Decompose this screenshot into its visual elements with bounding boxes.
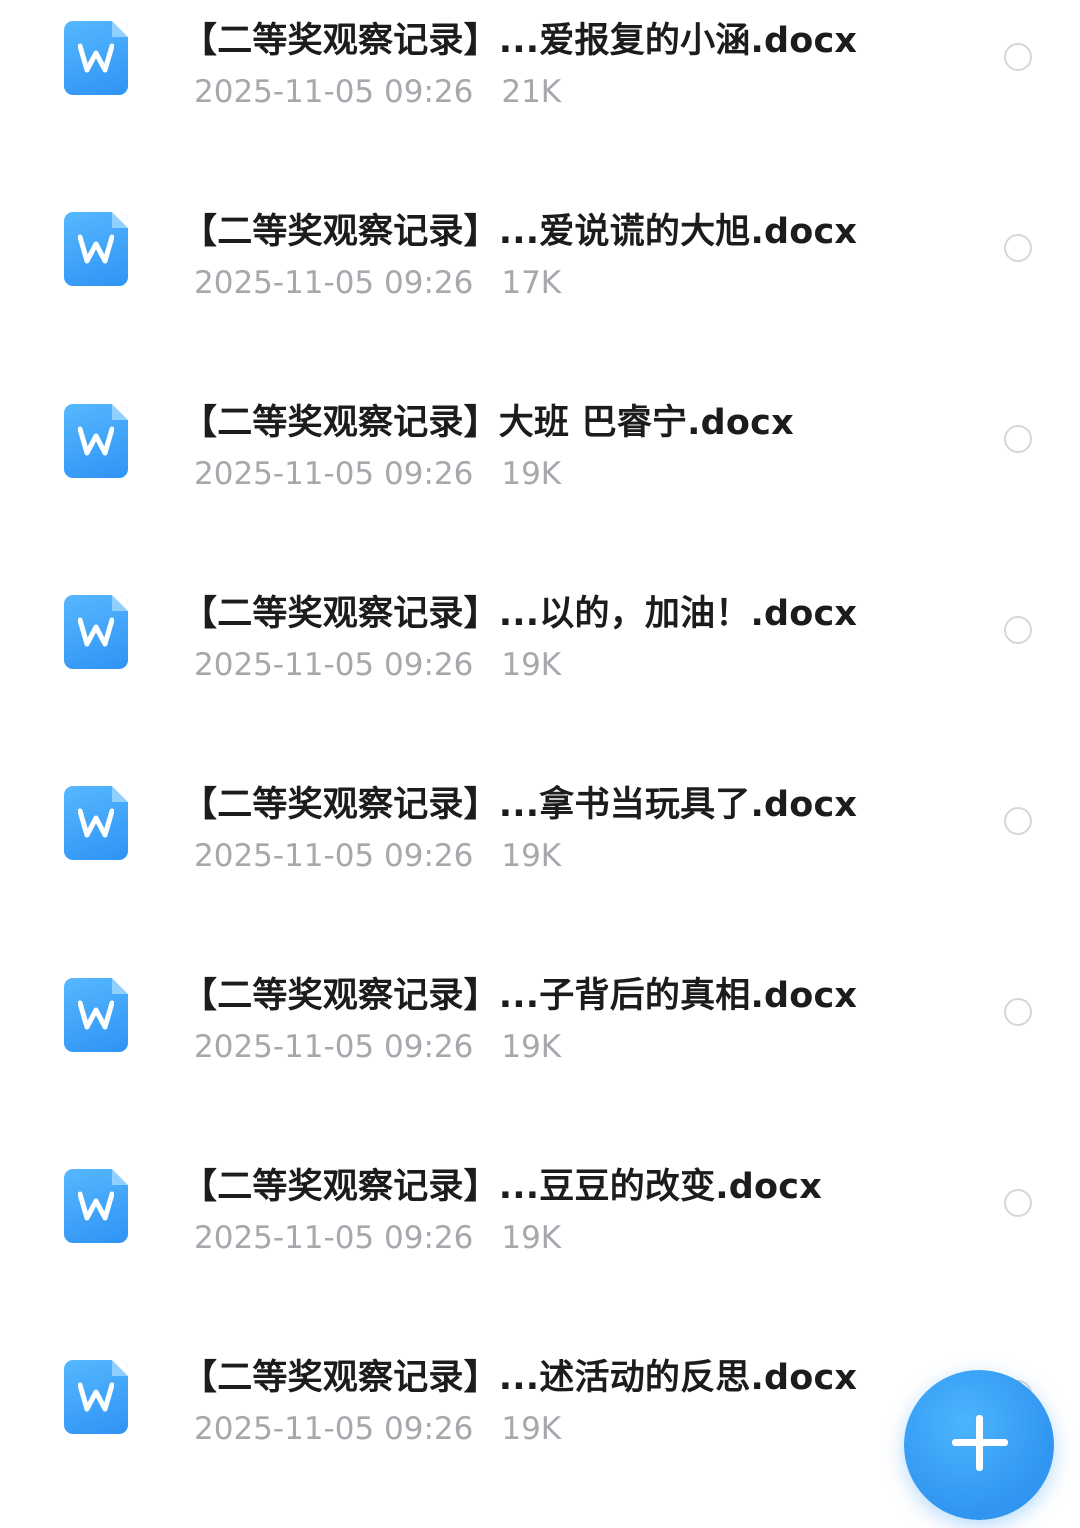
file-name: 【二等奖观察记录】...以的，加油！.docx: [182, 594, 858, 634]
file-date: 2025-11-05 09:26: [194, 1220, 474, 1256]
word-doc-icon: [64, 212, 128, 286]
select-radio[interactable]: [1004, 1189, 1032, 1217]
word-doc-icon: [64, 1169, 128, 1243]
file-name: 【二等奖观察记录】...述活动的反思.docx: [182, 1358, 858, 1398]
file-size: 19K: [501, 1029, 562, 1065]
select-radio[interactable]: [1004, 998, 1032, 1026]
word-doc-icon: [64, 978, 128, 1052]
word-doc-icon: [64, 21, 128, 95]
file-date: 2025-11-05 09:26: [194, 647, 474, 683]
file-meta: 2025-11-05 09:26 19K: [194, 647, 561, 683]
select-radio[interactable]: [1004, 807, 1032, 835]
file-name: 【二等奖观察记录】大班 巴睿宁.docx: [182, 403, 794, 443]
file-date: 2025-11-05 09:26: [194, 265, 474, 301]
select-radio[interactable]: [1004, 43, 1032, 71]
select-radio[interactable]: [1004, 616, 1032, 644]
file-row[interactable]: 【二等奖观察记录】...子背后的真相.docx 2025-11-05 09:26…: [0, 955, 1080, 1146]
file-size: 19K: [501, 456, 562, 492]
file-meta: 2025-11-05 09:26 17K: [194, 265, 561, 301]
add-button[interactable]: [904, 1370, 1054, 1520]
file-meta: 2025-11-05 09:26 19K: [194, 1220, 561, 1256]
plus-icon: [976, 1415, 983, 1471]
select-radio[interactable]: [1004, 234, 1032, 262]
file-date: 2025-11-05 09:26: [194, 838, 474, 874]
file-date: 2025-11-05 09:26: [194, 74, 474, 110]
file-name: 【二等奖观察记录】...拿书当玩具了.docx: [182, 785, 858, 825]
file-size: 17K: [501, 265, 562, 301]
file-row[interactable]: 【二等奖观察记录】...拿书当玩具了.docx 2025-11-05 09:26…: [0, 764, 1080, 955]
file-row[interactable]: 【二等奖观察记录】...以的，加油！.docx 2025-11-05 09:26…: [0, 573, 1080, 764]
file-meta: 2025-11-05 09:26 19K: [194, 1411, 561, 1447]
file-date: 2025-11-05 09:26: [194, 1029, 474, 1065]
file-meta: 2025-11-05 09:26 19K: [194, 838, 561, 874]
file-row[interactable]: 【二等奖观察记录】...豆豆的改变.docx 2025-11-05 09:26 1…: [0, 1146, 1080, 1337]
file-size: 21K: [501, 74, 562, 110]
file-size: 19K: [501, 1411, 562, 1447]
file-row[interactable]: 【二等奖观察记录】...爱报复的小涵.docx 2025-11-05 09:26…: [0, 0, 1080, 191]
file-size: 19K: [501, 647, 562, 683]
file-meta: 2025-11-05 09:26 21K: [194, 74, 561, 110]
select-radio[interactable]: [1004, 425, 1032, 453]
file-meta: 2025-11-05 09:26 19K: [194, 1029, 561, 1065]
file-meta: 2025-11-05 09:26 19K: [194, 456, 561, 492]
word-doc-icon: [64, 404, 128, 478]
file-size: 19K: [501, 1220, 562, 1256]
file-size: 19K: [501, 838, 562, 874]
file-name: 【二等奖观察记录】...豆豆的改变.docx: [182, 1167, 823, 1207]
word-doc-icon: [64, 595, 128, 669]
file-name: 【二等奖观察记录】...爱说谎的大旭.docx: [182, 212, 858, 252]
file-row[interactable]: 【二等奖观察记录】大班 巴睿宁.docx 2025-11-05 09:26 19K: [0, 382, 1080, 573]
file-date: 2025-11-05 09:26: [194, 1411, 474, 1447]
word-doc-icon: [64, 786, 128, 860]
file-name: 【二等奖观察记录】...子背后的真相.docx: [182, 976, 858, 1016]
file-name: 【二等奖观察记录】...爱报复的小涵.docx: [182, 21, 858, 61]
file-date: 2025-11-05 09:26: [194, 456, 474, 492]
file-row[interactable]: 【二等奖观察记录】...爱说谎的大旭.docx 2025-11-05 09:26…: [0, 191, 1080, 382]
word-doc-icon: [64, 1360, 128, 1434]
